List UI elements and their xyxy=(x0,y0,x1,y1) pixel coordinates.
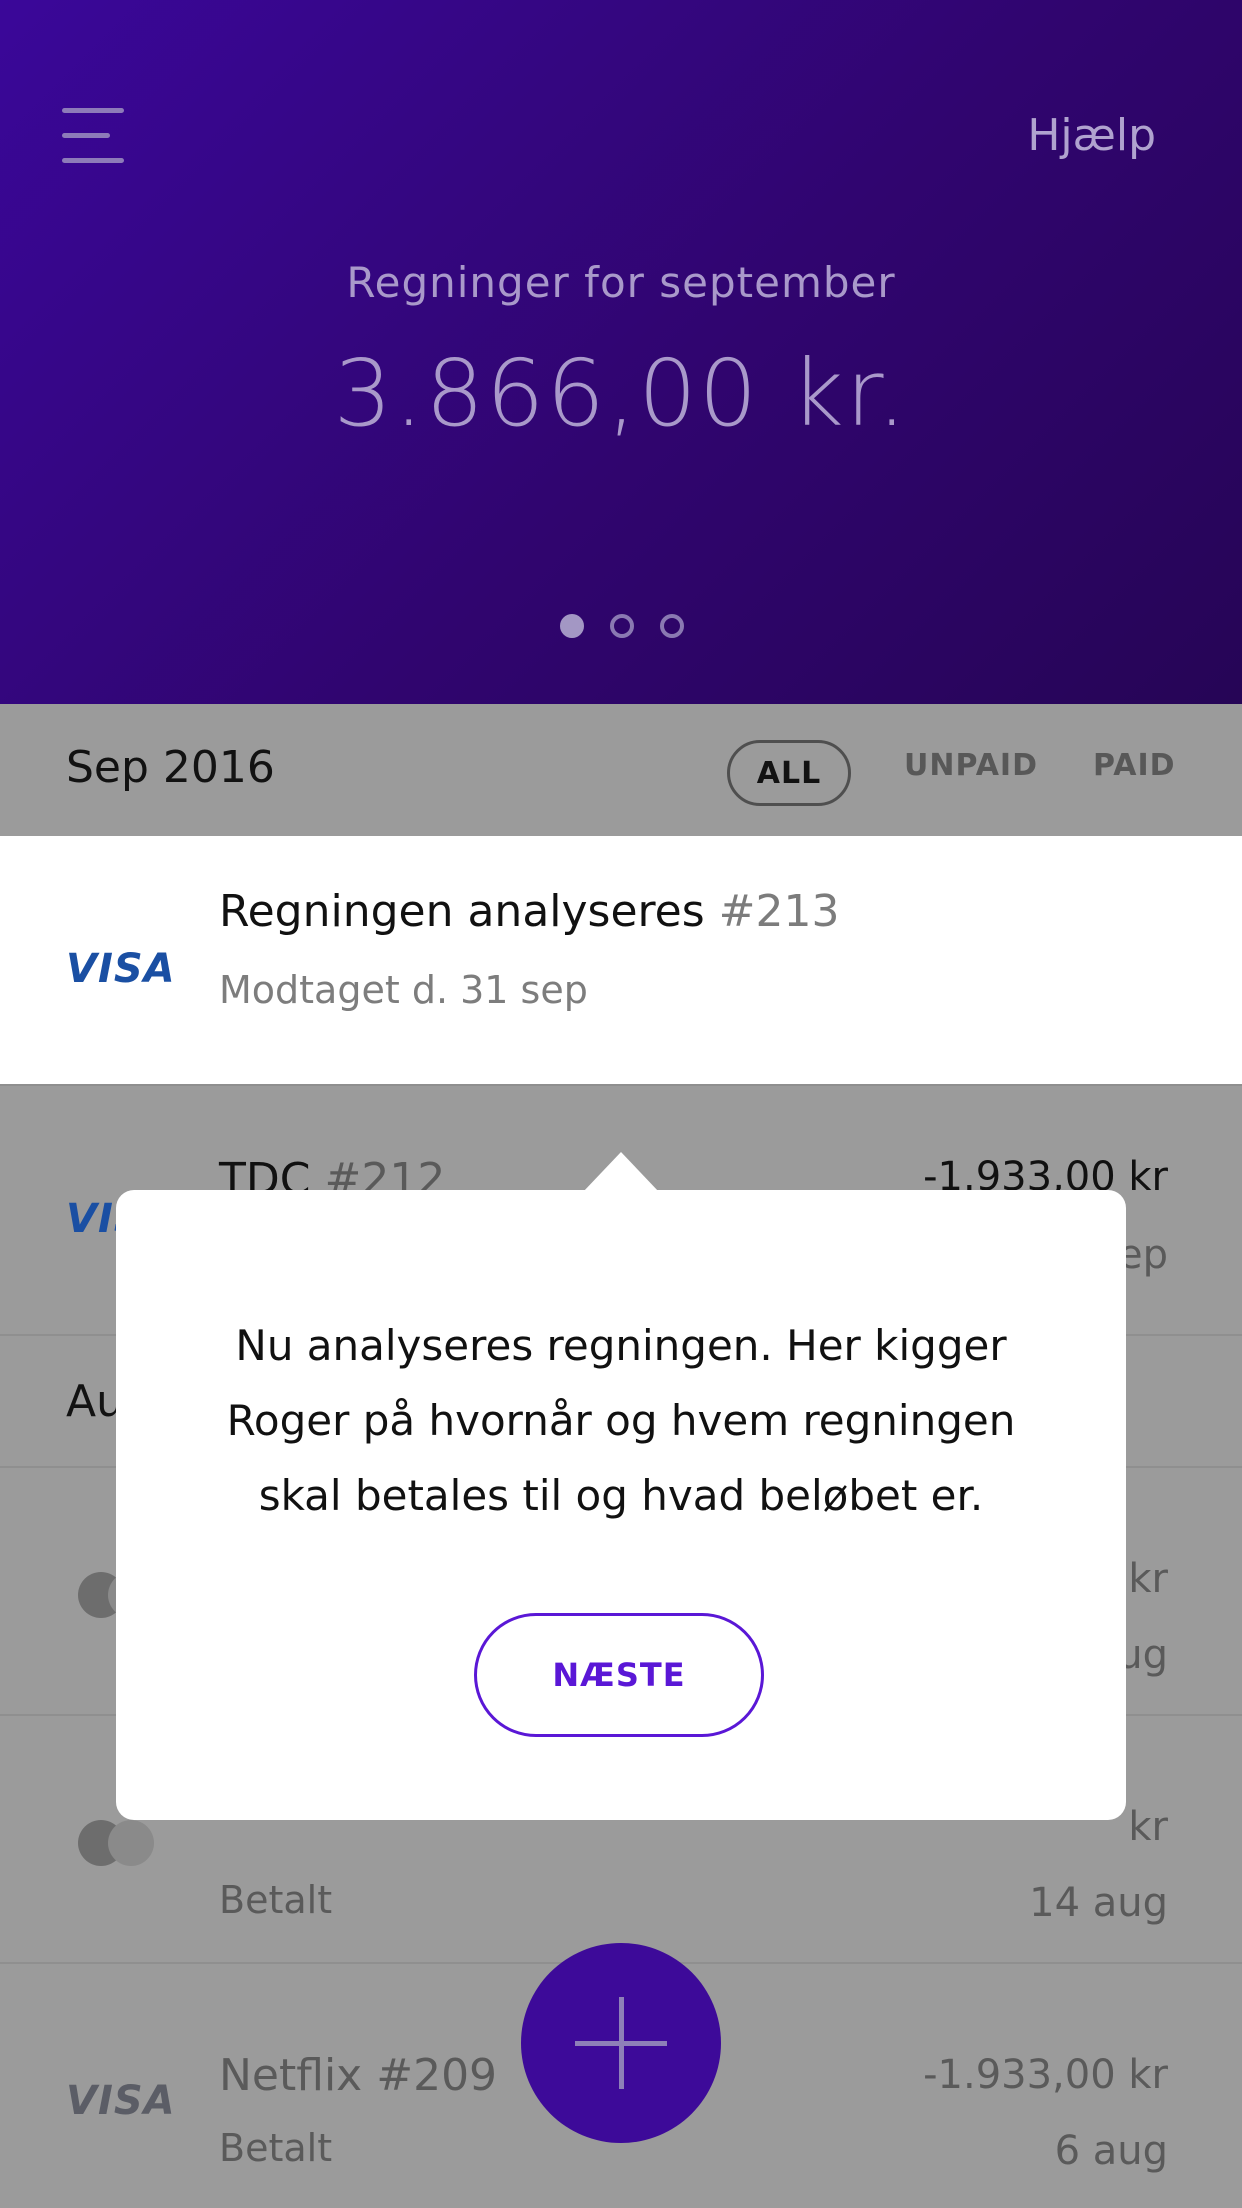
filter-all-tab[interactable]: ALL xyxy=(727,740,851,806)
page-dot-3[interactable] xyxy=(660,614,684,638)
help-link[interactable]: Hjælp xyxy=(1027,110,1156,161)
visa-logo: VISA xyxy=(66,946,176,992)
popover-line-2: Roger på hvornår og hvem regningen xyxy=(226,1396,1016,1445)
total-amount: 3.866,00 kr. xyxy=(333,340,909,447)
add-bill-button[interactable] xyxy=(521,1943,721,2143)
filter-paid-tab[interactable]: PAID xyxy=(1093,748,1176,783)
next-button[interactable]: NÆSTE xyxy=(474,1613,764,1737)
hamburger-menu-icon[interactable] xyxy=(62,108,124,164)
visa-logo: VISA xyxy=(66,2078,176,2124)
bill-amount: kr xyxy=(1128,1804,1168,1850)
filter-bar: Sep 2016 ALL UNPAID PAID xyxy=(0,704,1242,836)
summary-header: Hjælp Regninger for september 3.866,00 k… xyxy=(0,0,1242,704)
bill-date: 14 aug xyxy=(1029,1880,1168,1926)
header-subtitle: Regninger for september xyxy=(346,258,896,307)
bill-status: Betalt xyxy=(219,2126,333,2170)
month-label: Sep 2016 xyxy=(66,742,275,793)
filter-unpaid-tab[interactable]: UNPAID xyxy=(904,748,1038,783)
bill-row-213[interactable]: VISA Regningen analyseres #213 Modtaget … xyxy=(0,836,1242,1084)
bill-amount: -1.933,00 kr xyxy=(923,2052,1168,2098)
bill-number: #213 xyxy=(718,886,840,937)
bill-title: Netflix #209 xyxy=(219,2050,498,2101)
bill-amount: kr xyxy=(1128,1556,1168,1602)
bill-date: 6 aug xyxy=(1054,2128,1168,2174)
page-indicator[interactable] xyxy=(560,614,684,638)
bill-title-text: Regningen analyseres xyxy=(219,886,705,937)
page-dot-1[interactable] xyxy=(560,614,584,638)
bill-received-date: Modtaget d. 31 sep xyxy=(219,968,588,1012)
page-dot-2[interactable] xyxy=(610,614,634,638)
popover-line-3: skal betales til og hvad beløbet er. xyxy=(258,1471,984,1520)
popover-message: Nu analyseres regningen. Her kigger Roge… xyxy=(176,1308,1066,1533)
bill-status: Betalt xyxy=(219,1878,333,1922)
onboarding-popover: Nu analyseres regningen. Her kigger Roge… xyxy=(116,1190,1126,1820)
mastercard-icon xyxy=(78,1820,158,1866)
bill-title: Regningen analyseres #213 xyxy=(219,886,840,937)
popover-arrow xyxy=(583,1152,659,1192)
popover-line-1: Nu analyseres regningen. Her kigger xyxy=(235,1321,1007,1370)
